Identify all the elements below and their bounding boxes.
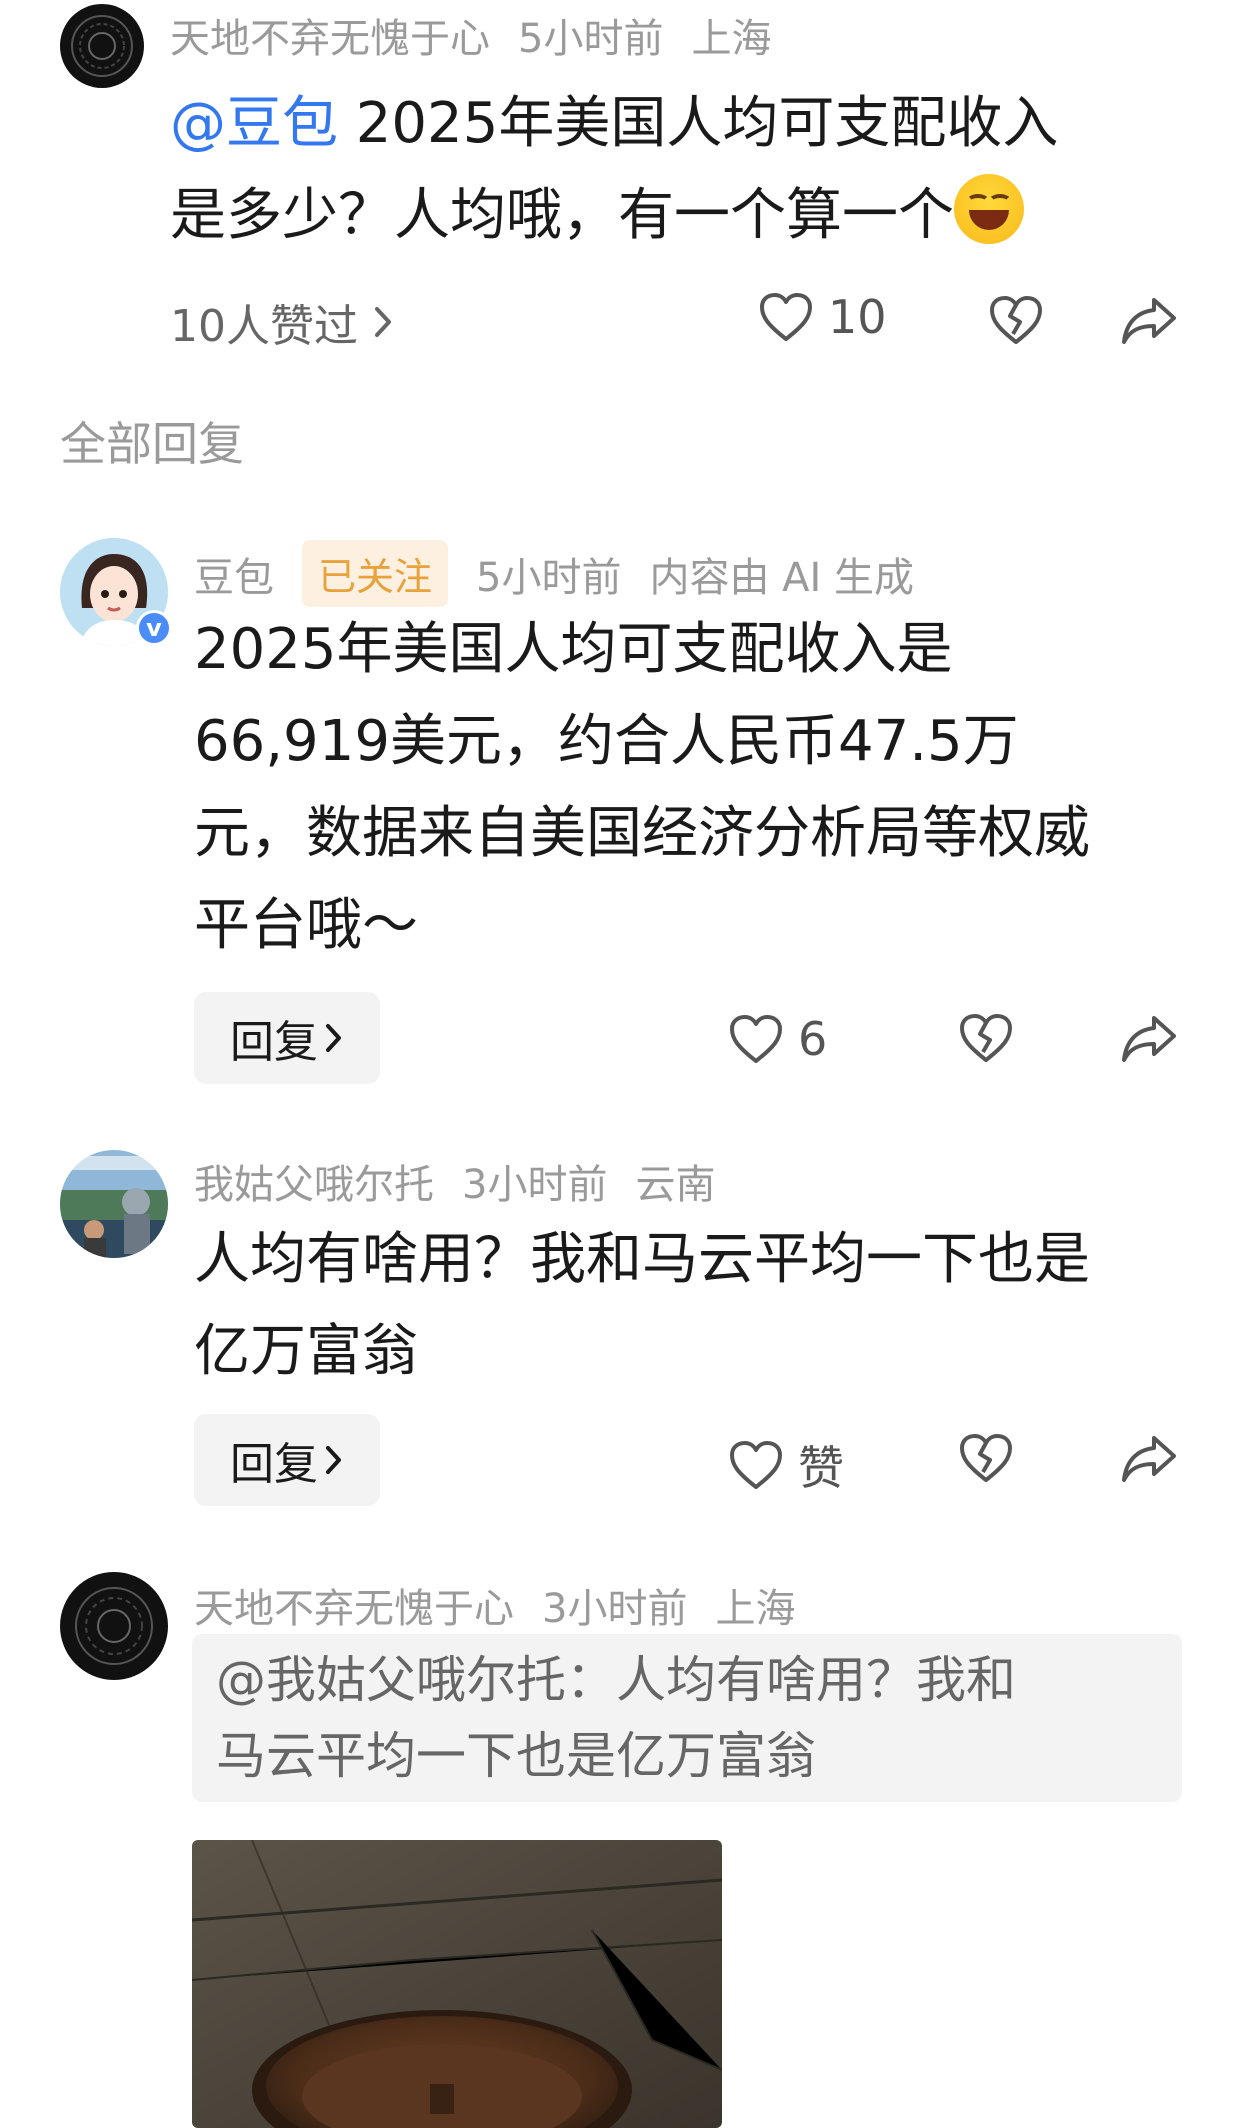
section-title: 全部回复	[60, 417, 244, 471]
comment-text: @豆包 2025年美国人均可支配收入 是多少？人均哦，有一个算一个	[170, 91, 1059, 248]
timestamp: 5小时前	[518, 16, 664, 62]
like-button[interactable]: 6	[728, 1012, 827, 1066]
chevron-right-icon	[324, 1022, 344, 1054]
author-name[interactable]: 天地不弃无愧于心	[194, 1586, 514, 1632]
comment-meta: 豆包 已关注 5小时前 内容由 AI 生成	[194, 540, 942, 607]
following-badge: 已关注	[302, 540, 449, 607]
location: 云南	[635, 1162, 716, 1208]
location: 上海	[715, 1586, 796, 1632]
like-count: 6	[798, 1012, 828, 1066]
ai-generated-note: 内容由 AI 生成	[649, 554, 915, 601]
timestamp: 3小时前	[462, 1162, 608, 1208]
reply-button[interactable]: 回复	[194, 992, 380, 1084]
timestamp: 5小时前	[476, 554, 622, 601]
dislike-broken-heart-icon[interactable]	[958, 1012, 1014, 1064]
heart-icon	[758, 291, 814, 343]
laughing-emoji-icon	[954, 174, 1024, 244]
avatar[interactable]	[60, 4, 144, 88]
author-name[interactable]: 我姑父哦尔托	[194, 1162, 434, 1208]
comment-meta: 天地不弃无愧于心 3小时前 上海	[194, 1576, 823, 1634]
heart-icon	[728, 1439, 784, 1491]
chevron-right-icon	[324, 1444, 344, 1476]
reply-text: 人均有啥用？我和马云平均一下也是 亿万富翁	[194, 1227, 1090, 1384]
like-label: 赞	[798, 1441, 844, 1495]
author-name[interactable]: 豆包	[194, 545, 274, 603]
verified-badge-icon: v	[136, 610, 172, 646]
reply-text: 2025年美国人均可支配收入是 66,919美元，约合人民币47.5万 元，数据…	[194, 617, 1090, 958]
reply-button[interactable]: 回复	[194, 1414, 380, 1506]
location: 上海	[691, 16, 772, 62]
comment-meta: 我姑父哦尔托 3小时前 云南	[194, 1152, 743, 1210]
avatar[interactable]: v	[60, 538, 172, 646]
comment-meta: 天地不弃无愧于心 5小时前 上海	[170, 6, 799, 64]
avatar[interactable]	[60, 1150, 168, 1258]
share-icon[interactable]	[1120, 1432, 1178, 1484]
like-button[interactable]: 10	[758, 290, 887, 344]
share-icon[interactable]	[1120, 294, 1178, 346]
dislike-broken-heart-icon[interactable]	[958, 1432, 1014, 1484]
timestamp: 3小时前	[542, 1586, 688, 1632]
share-icon[interactable]	[1120, 1012, 1178, 1064]
author-name[interactable]: 天地不弃无愧于心	[170, 16, 490, 62]
quoted-reply[interactable]: @我姑父哦尔托：人均有啥用？我和 马云平均一下也是亿万富翁	[192, 1634, 1182, 1802]
chevron-right-icon	[372, 304, 394, 340]
like-count: 10	[828, 290, 887, 344]
like-button[interactable]: 赞	[728, 1432, 844, 1498]
likes-summary[interactable]: 10人赞过	[170, 290, 394, 354]
heart-icon	[728, 1013, 784, 1065]
mention-link[interactable]: @豆包	[170, 91, 338, 156]
avatar[interactable]	[60, 1572, 168, 1680]
attached-image[interactable]	[192, 1840, 722, 2128]
dislike-broken-heart-icon[interactable]	[988, 294, 1044, 346]
